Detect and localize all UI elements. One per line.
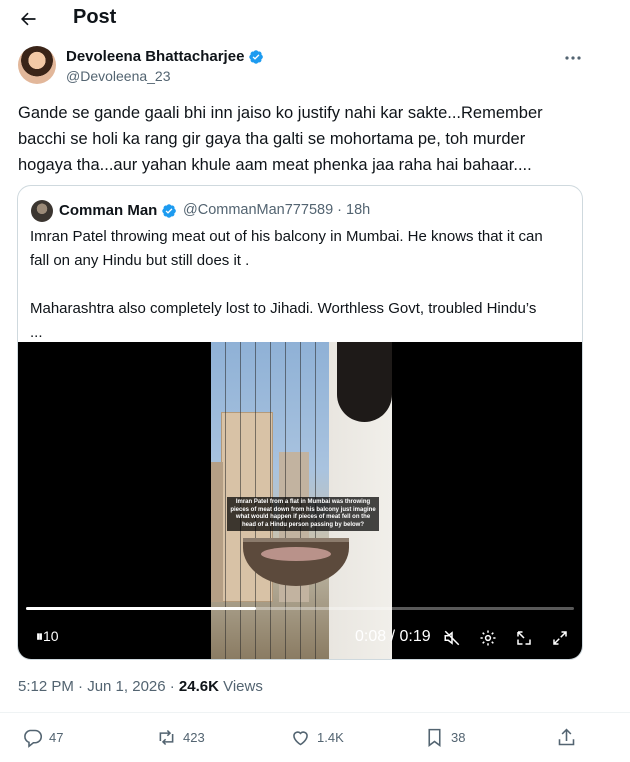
muted-speaker-icon <box>444 630 460 646</box>
video-player[interactable]: Imran Patel from a flat in Mumbai was th… <box>18 342 582 659</box>
quote-author-name[interactable]: Comman Man <box>59 202 157 219</box>
views-label: Views <box>218 678 263 695</box>
share-button[interactable] <box>556 727 577 748</box>
quote-line: Imran Patel throwing meat out of his bal… <box>30 228 543 245</box>
gear-icon <box>480 630 496 646</box>
quote-line: fall on any Hindu but still does it . <box>30 252 250 269</box>
play-indicator[interactable]: ⏸10 <box>36 628 59 645</box>
page-title: Post <box>73 6 117 28</box>
mute-button[interactable] <box>442 628 462 648</box>
quote-author-row[interactable]: Comman Man <box>59 202 177 219</box>
quote-time[interactable]: 18h <box>346 202 370 218</box>
video-progress-bar[interactable] <box>26 607 574 610</box>
back-button[interactable] <box>14 6 42 32</box>
tweet-line: Gande se gande gaali bhi inn jaiso ko ju… <box>18 104 543 122</box>
quoted-post[interactable]: Comman Man @CommanMan777589 · 18h Imran … <box>17 185 583 660</box>
post-header: Post <box>0 0 630 38</box>
tweet-line: bacchi se holi ka rang gir gaya tha galt… <box>18 130 526 148</box>
quote-text: Imran Patel throwing meat out of his bal… <box>30 225 570 345</box>
quote-line <box>30 273 570 297</box>
arrow-left-icon <box>21 12 36 26</box>
quote-avatar[interactable] <box>31 200 53 222</box>
post-time[interactable]: 5:12 PM · Jun 1, 2026 · <box>18 678 179 695</box>
reply-icon <box>24 729 43 748</box>
expand-icon <box>553 631 567 645</box>
author-name-row[interactable]: Devoleena Bhattacharjee <box>66 48 264 65</box>
verified-badge-icon <box>249 49 264 64</box>
like-button[interactable]: 1.4K <box>290 727 344 748</box>
pause-icon: ⏸ <box>36 628 43 644</box>
tweet-line: hogaya tha...aur yahan khule aam meat ph… <box>18 156 532 174</box>
verified-badge-icon <box>162 203 177 218</box>
action-bar: 47 423 1.4K 38 <box>0 712 630 762</box>
video-time: 0:08 / 0:19 <box>355 628 431 645</box>
avatar[interactable] <box>18 46 56 84</box>
fullscreen-button[interactable] <box>550 628 570 648</box>
person-head-shape <box>337 342 392 422</box>
post-timestamp[interactable]: 5:12 PM · Jun 1, 2026 · 24.6K Views <box>18 678 263 695</box>
bookmark-count: 38 <box>451 730 466 745</box>
tweet-text: Gande se gande gaali bhi inn jaiso ko ju… <box>18 100 578 178</box>
more-options-button[interactable] <box>562 50 584 66</box>
views-count: 24.6K <box>178 678 219 695</box>
repost-icon <box>159 729 174 746</box>
like-count: 1.4K <box>317 730 344 745</box>
pip-button[interactable] <box>514 628 534 648</box>
bookmark-button[interactable]: 38 <box>424 727 465 748</box>
video-progress-fill <box>26 607 257 610</box>
quote-meta: @CommanMan777589 · 18h <box>183 202 371 218</box>
repost-button[interactable]: 423 <box>156 727 205 748</box>
reply-button[interactable]: 47 <box>22 727 63 748</box>
author-name[interactable]: Devoleena Bhattacharjee <box>66 48 244 65</box>
meat-shape <box>261 547 331 561</box>
play-label: 10 <box>43 628 59 644</box>
quote-line: Maharashtra also completely lost to Jiha… <box>30 300 537 317</box>
author-handle[interactable]: @Devoleena_23 <box>66 68 171 84</box>
picture-in-picture-icon <box>517 631 531 645</box>
repost-count: 423 <box>183 730 205 745</box>
bookmark-icon <box>428 728 441 747</box>
video-caption: Imran Patel from a flat in Mumbai was th… <box>227 497 379 531</box>
more-icon <box>565 56 581 60</box>
reply-count: 47 <box>49 730 64 745</box>
share-icon <box>558 728 575 746</box>
settings-button[interactable] <box>478 628 498 648</box>
heart-icon <box>293 731 308 746</box>
video-frame[interactable]: Imran Patel from a flat in Mumbai was th… <box>211 342 392 659</box>
quote-handle[interactable]: @CommanMan777589 <box>183 202 333 218</box>
